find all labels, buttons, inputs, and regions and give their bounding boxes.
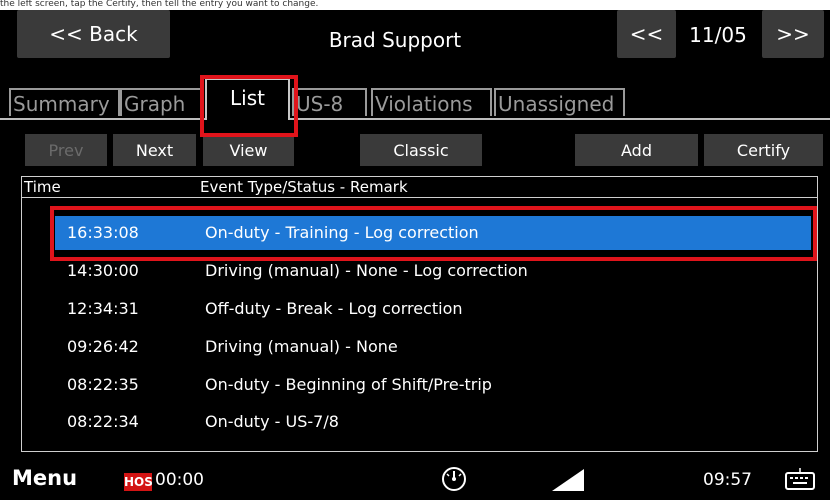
event-description: On-duty - US-7/8 bbox=[205, 412, 339, 431]
event-description: On-duty - Beginning of Shift/Pre-trip bbox=[205, 375, 492, 394]
next-day-button[interactable]: >> bbox=[762, 10, 824, 58]
column-header-divider bbox=[22, 197, 817, 198]
column-header-event: Event Type/Status - Remark bbox=[200, 178, 408, 196]
tab-unassigned[interactable]: Unassigned bbox=[494, 88, 625, 116]
event-row[interactable]: 14:30:00 Driving (manual) - None - Log c… bbox=[55, 254, 811, 288]
column-header-time: Time bbox=[24, 178, 61, 196]
event-description: Driving (manual) - None bbox=[205, 337, 398, 356]
hos-badge: HOS bbox=[124, 473, 153, 491]
event-row[interactable]: 08:22:35 On-duty - Beginning of Shift/Pr… bbox=[55, 368, 811, 402]
tab-summary[interactable]: Summary bbox=[9, 88, 120, 116]
event-time: 08:22:35 bbox=[67, 375, 139, 394]
certify-button[interactable]: Certify bbox=[704, 134, 823, 166]
event-description: Driving (manual) - None - Log correction bbox=[205, 261, 528, 280]
tab-list[interactable]: List bbox=[205, 78, 290, 120]
previous-day-button[interactable]: << bbox=[617, 10, 676, 58]
next-button[interactable]: Next bbox=[113, 134, 196, 166]
signal-icon bbox=[552, 469, 584, 491]
tab-us-8[interactable]: US-8 bbox=[292, 88, 367, 116]
hos-time: 00:00 bbox=[155, 470, 204, 490]
back-button[interactable]: << Back bbox=[17, 10, 170, 58]
page-title: Brad Support bbox=[328, 28, 462, 52]
event-row[interactable]: 09:26:42 Driving (manual) - None bbox=[55, 330, 811, 364]
event-row[interactable]: 12:34:31 Off-duty - Break - Log correcti… bbox=[55, 292, 811, 326]
prev-button[interactable]: Prev bbox=[25, 134, 107, 166]
event-time: 08:22:34 bbox=[67, 412, 139, 431]
event-description: On-duty - Training - Log correction bbox=[205, 223, 479, 242]
event-row[interactable]: 08:22:34 On-duty - US-7/8 bbox=[55, 405, 811, 439]
tab-violations[interactable]: Violations bbox=[371, 88, 492, 116]
add-button[interactable]: Add bbox=[575, 134, 698, 166]
event-time: 16:33:08 bbox=[67, 223, 139, 242]
view-button[interactable]: View bbox=[203, 134, 294, 166]
event-description: Off-duty - Break - Log correction bbox=[205, 299, 463, 318]
clock: 09:57 bbox=[703, 470, 752, 490]
gauge-icon[interactable] bbox=[441, 466, 467, 492]
keyboard-icon[interactable] bbox=[785, 467, 815, 493]
event-time: 12:34:31 bbox=[67, 299, 139, 318]
classic-button[interactable]: Classic bbox=[360, 134, 482, 166]
menu-button[interactable]: Menu bbox=[12, 460, 77, 500]
event-time: 14:30:00 bbox=[67, 261, 139, 280]
tab-graph[interactable]: Graph bbox=[120, 88, 203, 116]
event-row[interactable]: 16:33:08 On-duty - Training - Log correc… bbox=[55, 216, 811, 250]
event-time: 09:26:42 bbox=[67, 337, 139, 356]
log-date: 11/05 bbox=[689, 23, 747, 47]
